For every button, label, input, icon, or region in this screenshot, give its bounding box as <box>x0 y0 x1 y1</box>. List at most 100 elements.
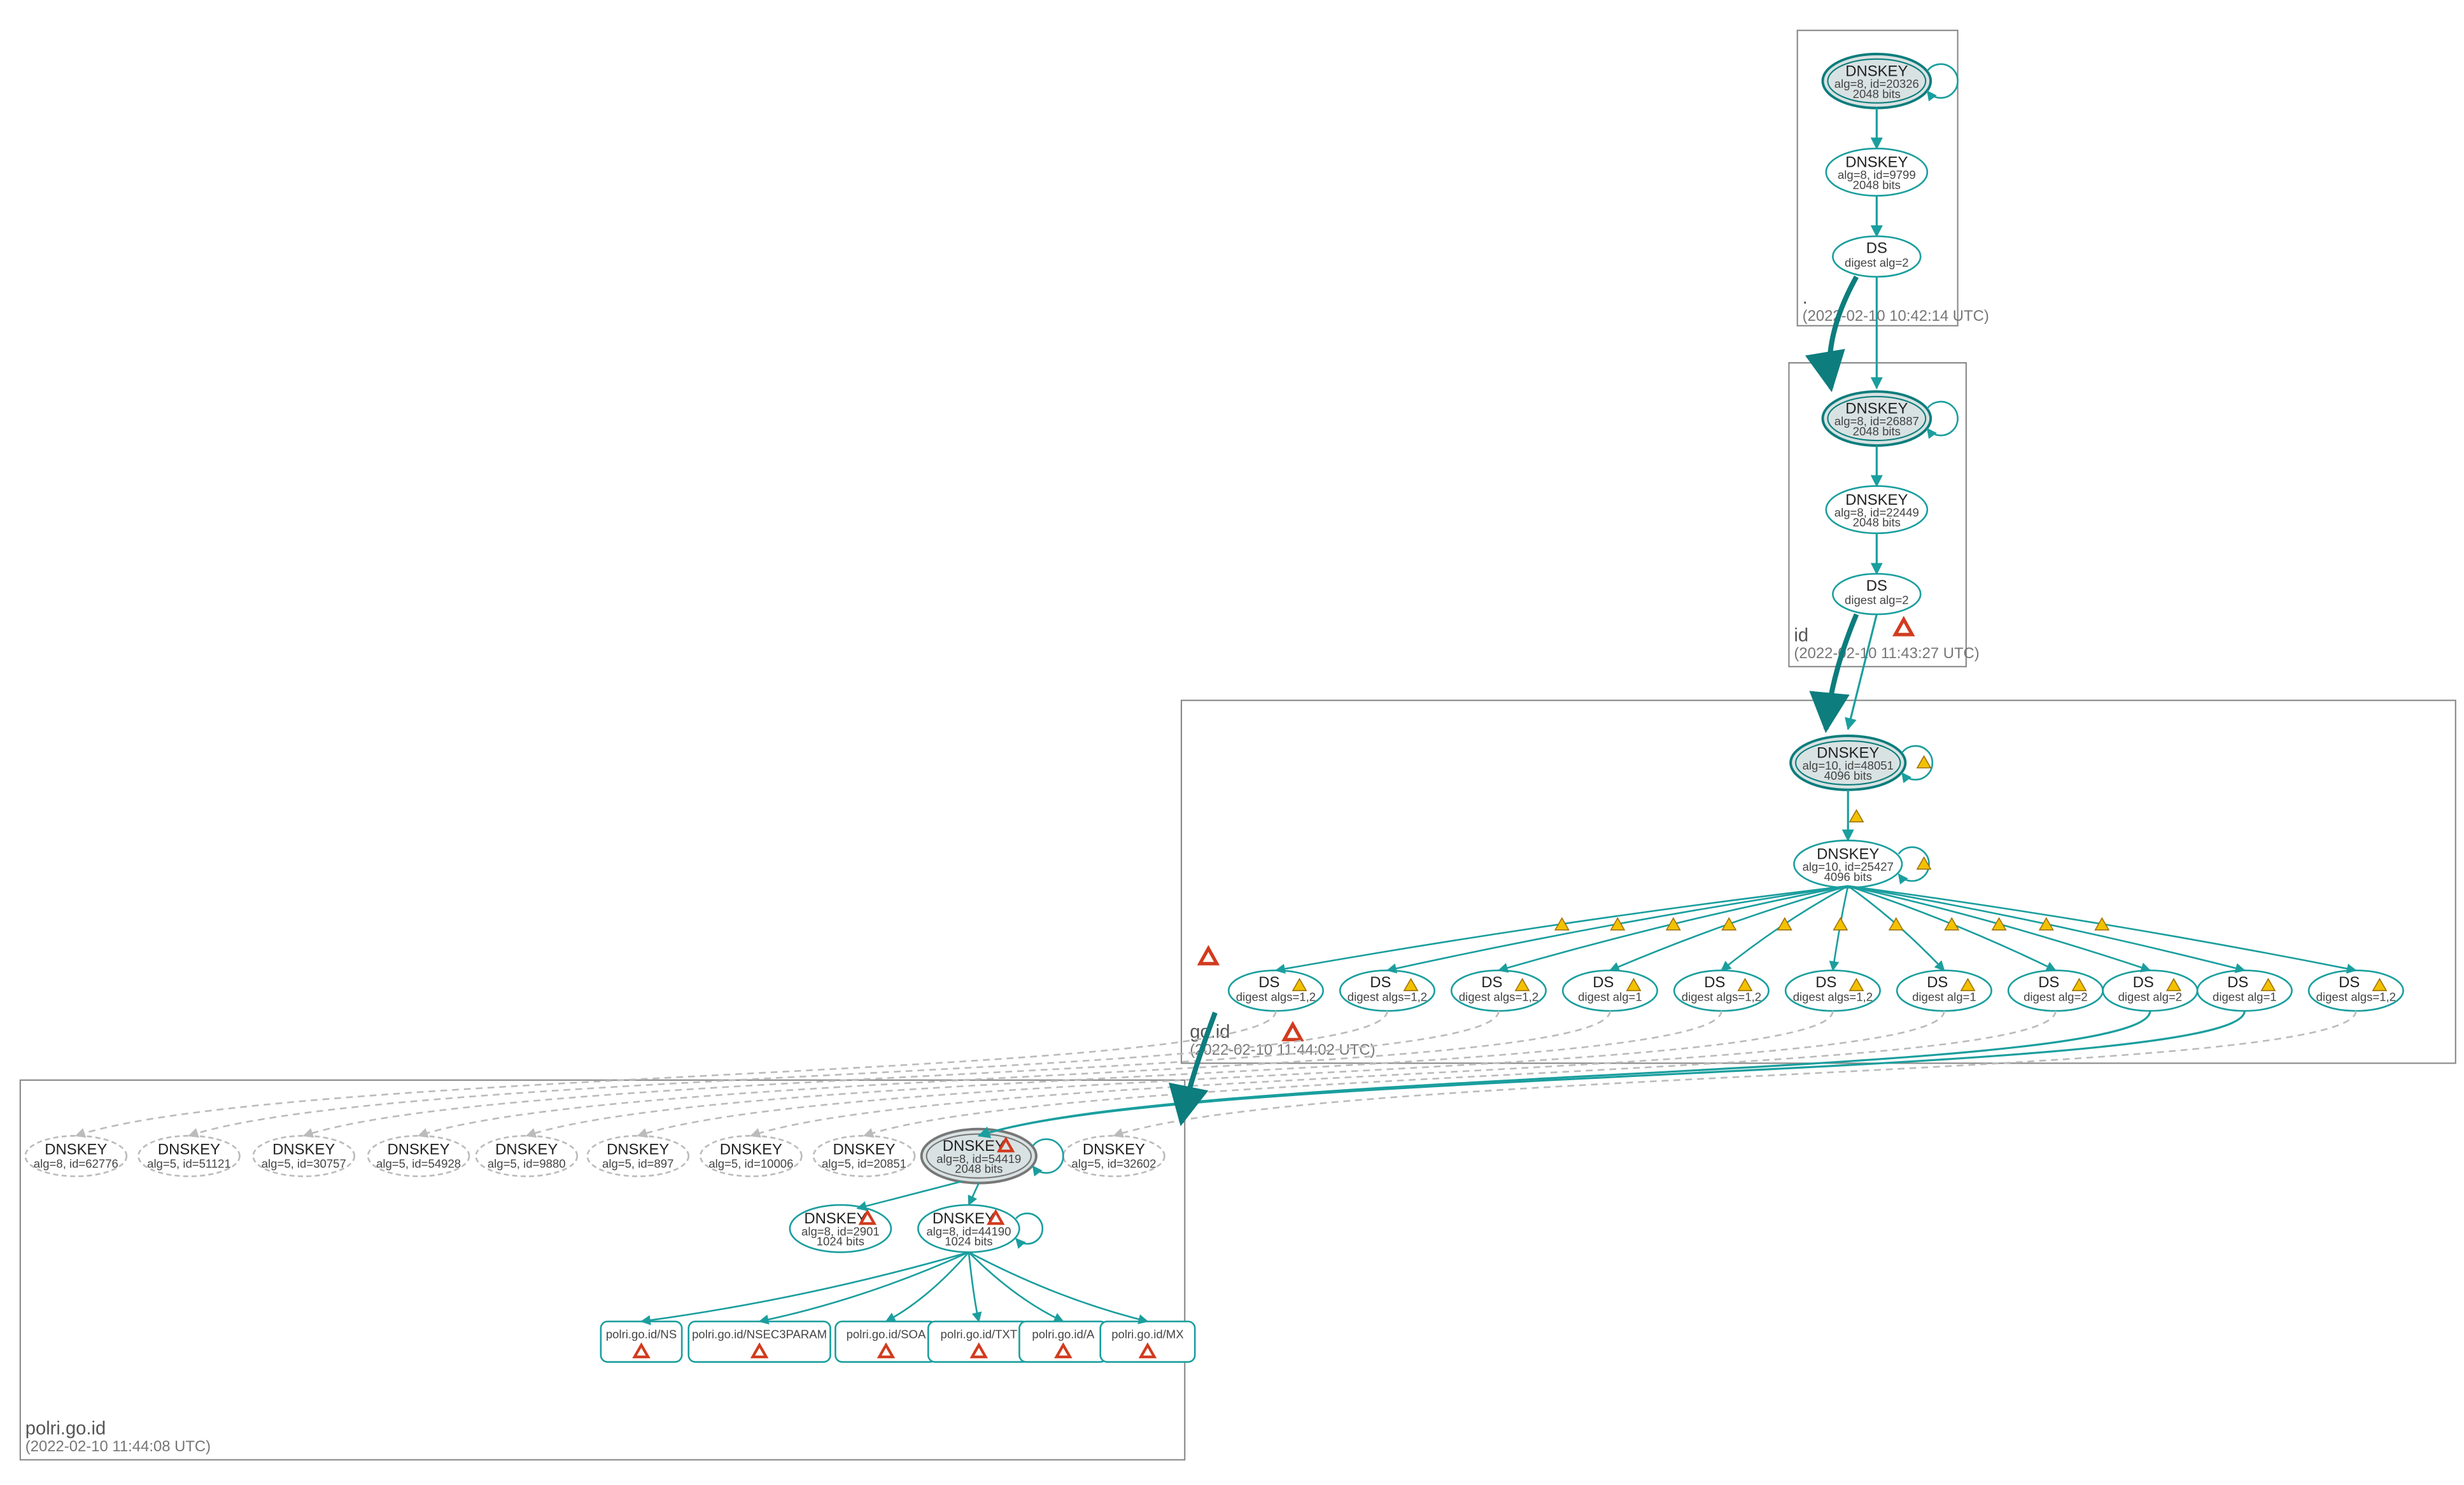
node-dnskey-faded: DNSKEYalg=8, id=62776 <box>25 1136 127 1176</box>
svg-text:DS: DS <box>1258 974 1279 991</box>
svg-text:DS: DS <box>2133 974 2154 991</box>
node-root-ksk: DNSKEY alg=8, id=20326 2048 bits <box>1822 54 1957 108</box>
svg-text:DS: DS <box>1927 974 1948 991</box>
svg-text:(2022-02-10 10:42:14 UTC): (2022-02-10 10:42:14 UTC) <box>1803 307 1989 325</box>
svg-text:DS: DS <box>2227 974 2248 991</box>
node-ds: DSdigest algs=1,2 <box>2309 971 2403 1011</box>
svg-text:DS: DS <box>1481 974 1502 991</box>
svg-text:DS: DS <box>1866 577 1887 595</box>
svg-text:DS: DS <box>1815 974 1836 991</box>
svg-text:1024 bits: 1024 bits <box>817 1235 864 1248</box>
svg-text:.: . <box>1803 288 1808 308</box>
svg-text:2048 bits: 2048 bits <box>1853 425 1901 438</box>
svg-text:alg=5, id=51121: alg=5, id=51121 <box>147 1157 231 1171</box>
svg-text:polri.go.id/SOA: polri.go.id/SOA <box>847 1328 926 1341</box>
node-ds: DSdigest alg=2 <box>2103 971 2197 1011</box>
svg-text:1024 bits: 1024 bits <box>945 1235 992 1248</box>
warning-icon <box>2039 918 2053 930</box>
node-ds: DSdigest alg=2 <box>2008 971 2102 1011</box>
node-polri-zsk1: DNSKEY alg=8, id=2901 1024 bits <box>790 1205 891 1252</box>
warning-icon <box>1666 918 1680 930</box>
svg-text:2048 bits: 2048 bits <box>955 1162 1003 1176</box>
error-icon <box>1285 1024 1302 1039</box>
svg-text:(2022-02-10 11:43:27 UTC): (2022-02-10 11:43:27 UTC) <box>1794 645 1979 662</box>
svg-text:digest algs=1,2: digest algs=1,2 <box>1236 990 1316 1003</box>
svg-text:DNSKEY: DNSKEY <box>495 1141 558 1158</box>
svg-text:polri.go.id/NS: polri.go.id/NS <box>606 1328 677 1341</box>
node-ds: DSdigest algs=1,2 <box>1674 971 1768 1011</box>
warning-icon <box>1992 918 2006 930</box>
svg-text:polri.go.id/A: polri.go.id/A <box>1032 1328 1095 1341</box>
node-goid-ksk: DNSKEY alg=10, id=48051 4096 bits <box>1791 736 1932 790</box>
svg-text:2048 bits: 2048 bits <box>1853 516 1901 529</box>
node-dnskey-faded: DNSKEYalg=5, id=20851 <box>813 1136 915 1176</box>
node-dnskey-faded: DNSKEYalg=5, id=10006 <box>700 1136 801 1176</box>
node-root-ds: DS digest alg=2 <box>1833 236 1920 277</box>
node-dnskey-faded: DNSKEYalg=5, id=897 <box>588 1136 689 1176</box>
svg-text:2048 bits: 2048 bits <box>1853 178 1901 192</box>
node-ds: DSdigest alg=1 <box>1897 971 1991 1011</box>
node-dnskey-faded: DNSKEYalg=5, id=51121 <box>138 1136 239 1176</box>
node-polri-zsk2: DNSKEY alg=8, id=44190 1024 bits <box>918 1205 1042 1252</box>
node-ds: DSdigest algs=1,2 <box>1451 971 1545 1011</box>
node-id-ds: DS digest alg=2 <box>1833 574 1920 614</box>
node-rr: polri.go.id/NSEC3PARAM <box>689 1321 831 1362</box>
svg-text:polri.go.id/TXT: polri.go.id/TXT <box>940 1328 1017 1341</box>
svg-text:DNSKEY: DNSKEY <box>833 1141 895 1158</box>
node-id-zsk: DNSKEY alg=8, id=22449 2048 bits <box>1826 486 1927 533</box>
node-rr: polri.go.id/NS <box>601 1321 682 1362</box>
svg-text:digest alg=2: digest alg=2 <box>1845 256 1909 269</box>
svg-text:DNSKEY: DNSKEY <box>720 1141 782 1158</box>
svg-text:digest algs=1,2: digest algs=1,2 <box>1459 990 1538 1003</box>
node-rr: polri.go.id/TXT <box>928 1321 1029 1362</box>
node-dnskey-faded: DNSKEYalg=5, id=32602 <box>1063 1136 1164 1176</box>
svg-text:alg=5, id=10006: alg=5, id=10006 <box>708 1157 793 1171</box>
svg-text:alg=8, id=62776: alg=8, id=62776 <box>34 1157 118 1171</box>
node-dnskey-faded: DNSKEYalg=5, id=9880 <box>476 1136 577 1176</box>
svg-text:DS: DS <box>1704 974 1725 991</box>
svg-text:polri.go.id: polri.go.id <box>25 1419 106 1439</box>
svg-text:alg=5, id=20851: alg=5, id=20851 <box>822 1157 906 1171</box>
node-id-ksk: DNSKEY alg=8, id=26887 2048 bits <box>1822 391 1957 446</box>
node-ds: DSdigest algs=1,2 <box>1228 971 1323 1011</box>
svg-text:alg=5, id=54928: alg=5, id=54928 <box>376 1157 461 1171</box>
dnssec-graph: . (2022-02-10 10:42:14 UTC) id (2022-02-… <box>0 0 2464 1485</box>
error-icon <box>1895 619 1912 635</box>
node-ds: DSdigest algs=1,2 <box>1340 971 1434 1011</box>
node-rr: polri.go.id/A <box>1019 1321 1107 1362</box>
svg-text:DNSKEY: DNSKEY <box>45 1141 107 1158</box>
svg-text:digest alg=1: digest alg=1 <box>2213 990 2277 1003</box>
svg-text:polri.go.id/MX: polri.go.id/MX <box>1111 1328 1183 1341</box>
svg-text:DNSKEY: DNSKEY <box>1083 1141 1145 1158</box>
svg-text:2048 bits: 2048 bits <box>1853 87 1901 101</box>
svg-text:digest algs=1,2: digest algs=1,2 <box>1793 990 1873 1003</box>
svg-text:DS: DS <box>1370 974 1391 991</box>
node-ds: DSdigest algs=1,2 <box>1785 971 1880 1011</box>
node-root-zsk: DNSKEY alg=8, id=9799 2048 bits <box>1826 148 1927 195</box>
warning-icon <box>1722 918 1736 930</box>
svg-text:digest alg=1: digest alg=1 <box>1912 990 1976 1003</box>
svg-text:DS: DS <box>1866 240 1887 257</box>
svg-text:DS: DS <box>2038 974 2059 991</box>
svg-text:digest alg=2: digest alg=2 <box>1845 593 1909 607</box>
svg-text:alg=5, id=9880: alg=5, id=9880 <box>488 1157 566 1171</box>
svg-text:4096 bits: 4096 bits <box>1824 769 1872 782</box>
node-ds: DSdigest alg=1 <box>2197 971 2292 1011</box>
svg-text:id: id <box>1794 626 1808 646</box>
svg-text:alg=5, id=30757: alg=5, id=30757 <box>262 1157 346 1171</box>
node-rr: polri.go.id/MX <box>1101 1321 1195 1362</box>
node-ds: DSdigest alg=1 <box>1563 971 1657 1011</box>
svg-text:digest algs=1,2: digest algs=1,2 <box>1682 990 1761 1003</box>
node-rr: polri.go.id/SOA <box>835 1321 936 1362</box>
svg-text:digest algs=1,2: digest algs=1,2 <box>1348 990 1427 1003</box>
svg-text:digest alg=1: digest alg=1 <box>1578 990 1642 1003</box>
node-dnskey-faded: DNSKEYalg=5, id=54928 <box>368 1136 469 1176</box>
svg-text:DS: DS <box>1593 974 1614 991</box>
warning-icon <box>1917 756 1931 768</box>
svg-text:DNSKEY: DNSKEY <box>272 1141 335 1158</box>
svg-text:digest algs=1,2: digest algs=1,2 <box>2316 990 2396 1003</box>
svg-text:polri.go.id/NSEC3PARAM: polri.go.id/NSEC3PARAM <box>692 1328 827 1341</box>
node-polri-ksk: DNSKEY alg=8, id=54419 2048 bits <box>922 1129 1064 1183</box>
warning-icon <box>1945 918 1959 930</box>
svg-text:DNSKEY: DNSKEY <box>387 1141 449 1158</box>
